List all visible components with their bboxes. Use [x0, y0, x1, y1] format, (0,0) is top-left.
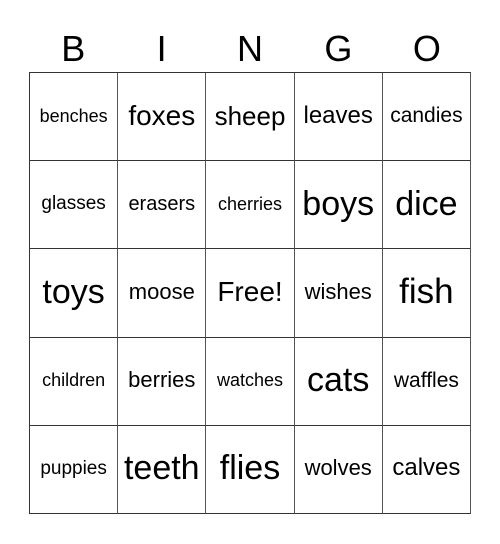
- bingo-cell: glasses: [30, 161, 119, 250]
- bingo-cell: cats: [294, 337, 383, 426]
- header-letter-n: N: [237, 28, 264, 69]
- bingo-card: benches foxes sheep leaves candies glass…: [29, 72, 471, 514]
- bingo-cell: foxes: [118, 73, 207, 162]
- header-letter-b: B: [61, 28, 86, 69]
- bingo-cell: erasers: [118, 161, 207, 250]
- bingo-cell: sheep: [206, 73, 295, 162]
- bingo-cell: benches: [30, 73, 119, 162]
- bingo-cell: candies: [382, 73, 471, 162]
- bingo-cell: flies: [206, 425, 295, 514]
- bingo-cell: wishes: [294, 249, 383, 338]
- bingo-cell: toys: [30, 249, 119, 338]
- bingo-cell: leaves: [294, 73, 383, 162]
- bingo-cell: calves: [382, 425, 471, 514]
- bingo-cell: berries: [118, 337, 207, 426]
- bingo-cell: children: [30, 337, 119, 426]
- bingo-cell: cherries: [206, 161, 295, 250]
- bingo-cell: teeth: [118, 425, 207, 514]
- bingo-header: B I N G O: [29, 24, 471, 74]
- free-space-cell: Free!: [206, 249, 295, 338]
- bingo-cell: boys: [294, 161, 383, 250]
- header-letter-i: I: [156, 28, 167, 69]
- header-letter-o: O: [412, 28, 441, 69]
- bingo-cell: watches: [206, 337, 295, 426]
- bingo-cell: dice: [382, 161, 471, 250]
- bingo-cell: puppies: [30, 425, 119, 514]
- bingo-cell: waffles: [382, 337, 471, 426]
- header-letter-g: G: [324, 28, 353, 69]
- bingo-cell: fish: [382, 249, 471, 338]
- bingo-cell: wolves: [294, 425, 383, 514]
- bingo-cell: moose: [118, 249, 207, 338]
